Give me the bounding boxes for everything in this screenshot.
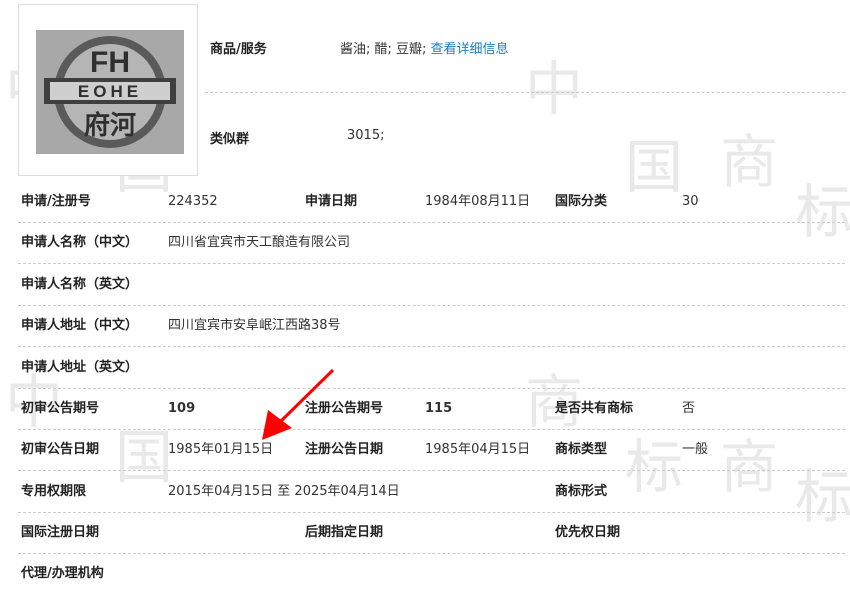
- annotation-arrow-icon: [262, 368, 335, 440]
